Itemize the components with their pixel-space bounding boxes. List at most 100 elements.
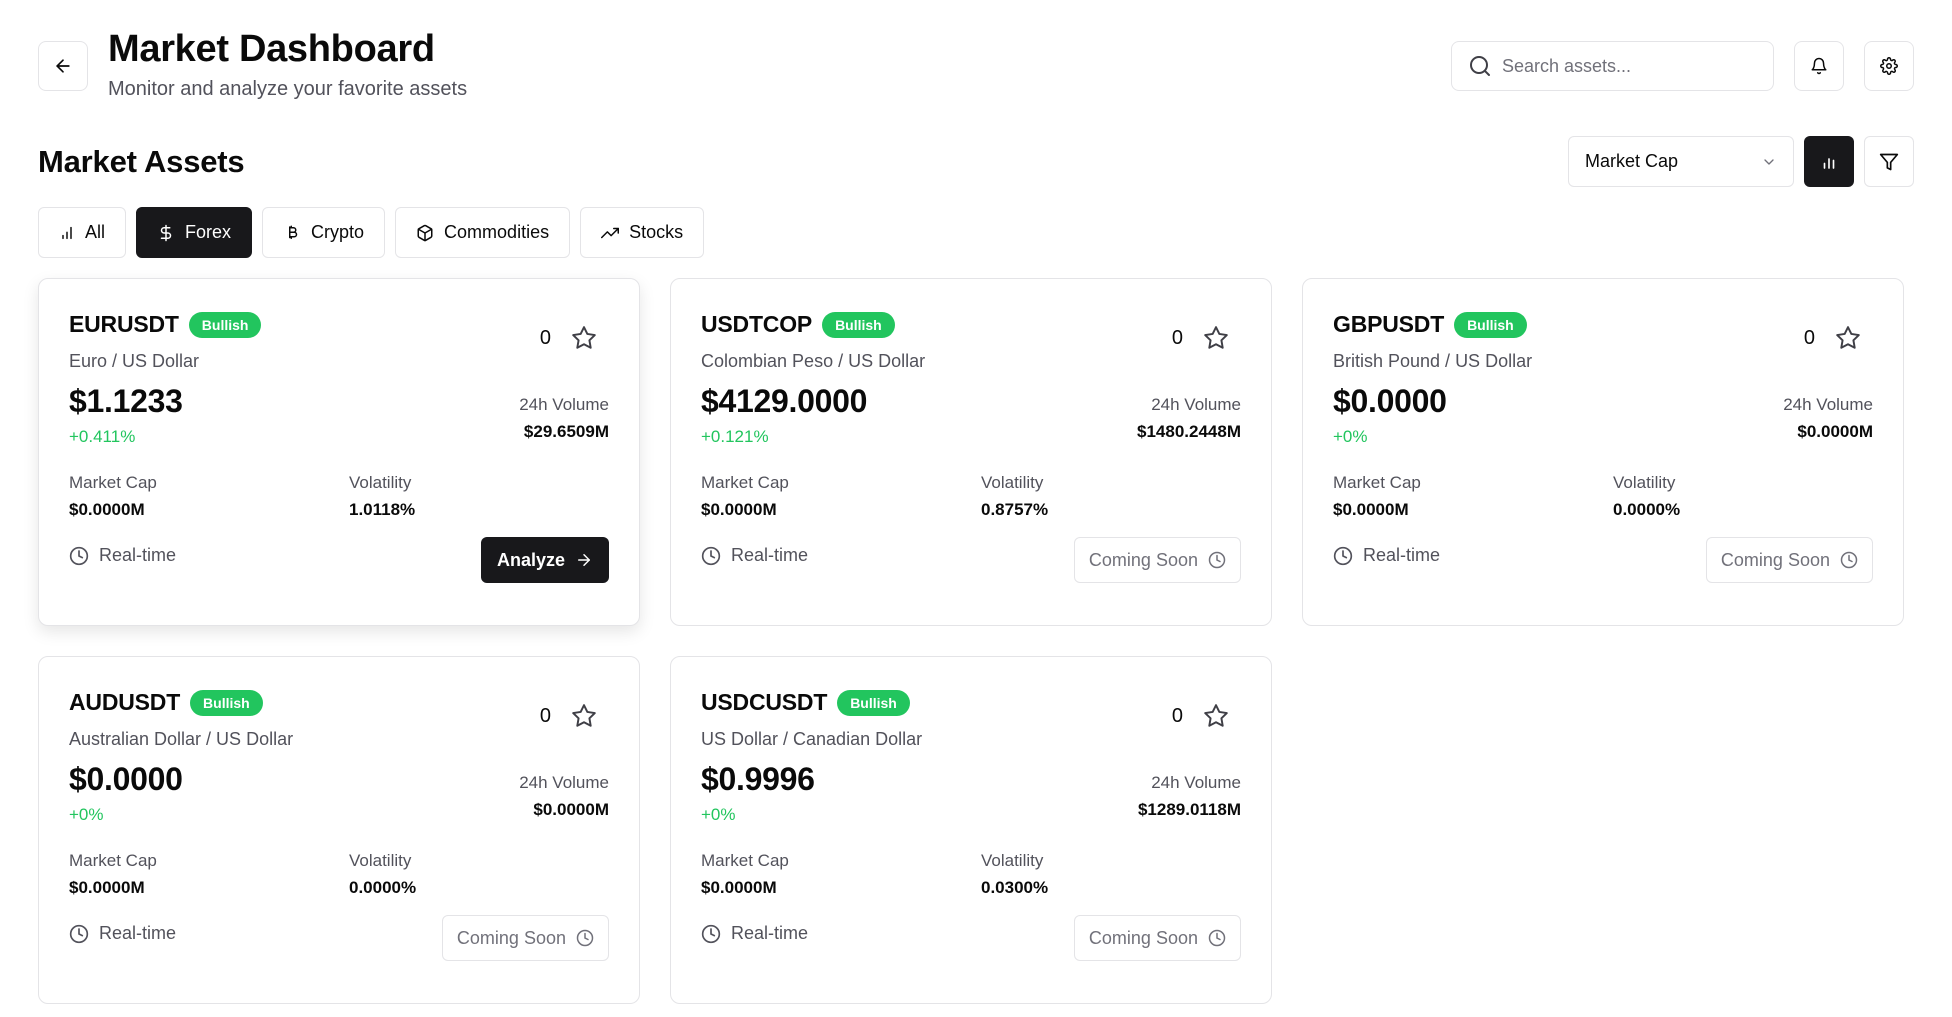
clock-icon <box>69 546 89 565</box>
coming-soon-button[interactable]: Coming Soon <box>1073 915 1241 961</box>
realtime-indicator: Real-time <box>701 923 808 944</box>
volatility-label: Volatility <box>349 851 412 870</box>
asset-name: Euro / US Dollar <box>69 351 200 371</box>
bitcoin-icon <box>289 225 298 239</box>
trend-badge: Bullish <box>822 311 895 338</box>
analyze-button[interactable]: Analyze <box>480 537 609 583</box>
search-input[interactable] <box>1502 55 1742 77</box>
trend-badge: Bullish <box>1454 311 1527 338</box>
watch-count: 0 <box>1171 326 1183 349</box>
settings-button[interactable] <box>1864 41 1914 91</box>
watchlist-control: 0 <box>540 325 597 351</box>
tab-forex[interactable]: Forex <box>136 207 253 258</box>
search-box[interactable] <box>1451 41 1774 91</box>
asset-symbol: AUDUSDT <box>69 689 181 715</box>
watchlist-control: 0 <box>1172 325 1229 351</box>
volatility-value: 1.0118% <box>349 500 416 519</box>
asset-card[interactable]: USDTCOP Bullish Colombian Peso / US Dolla… <box>670 278 1272 626</box>
price-change: +0.121% <box>701 427 769 446</box>
arrow-left-icon <box>56 59 70 73</box>
bell-icon <box>1811 57 1827 75</box>
analyze-label: Analyze <box>496 549 565 570</box>
tab-commodities[interactable]: Commodities <box>395 207 571 258</box>
sort-select-value: Market Cap <box>1585 151 1679 171</box>
volatility-label: Volatility <box>1613 473 1676 492</box>
coming-soon-label: Coming Soon <box>456 927 566 948</box>
realtime-label: Real-time <box>99 545 177 565</box>
coming-soon-button[interactable]: Coming Soon <box>1073 537 1241 583</box>
bar-chart-icon <box>62 226 72 239</box>
box-icon <box>417 224 433 241</box>
price-change: +0.411% <box>69 427 136 446</box>
chevron-down-icon <box>1764 158 1774 165</box>
market-cap-block: Market Cap $0.0000M <box>701 473 789 520</box>
volume-value: $1480.2448M <box>1137 422 1241 441</box>
tab-label: Crypto <box>311 222 365 242</box>
volume-block: 24h Volume $1289.0118M <box>1138 773 1241 820</box>
watch-count: 0 <box>1171 704 1183 727</box>
coming-soon-button[interactable]: Coming Soon <box>1705 537 1873 583</box>
star-icon[interactable] <box>571 703 597 729</box>
price-change: +0% <box>69 805 104 824</box>
trend-badge: Bullish <box>188 311 262 338</box>
trending-up-icon <box>601 227 620 238</box>
asset-price: $0.0000 <box>1333 383 1447 419</box>
notifications-button[interactable] <box>1794 41 1844 91</box>
asset-price: $4129.0000 <box>701 383 868 419</box>
arrow-right-icon <box>578 554 590 566</box>
volatility-block: Volatility 1.0118% <box>349 473 415 520</box>
filter-button[interactable] <box>1864 136 1914 187</box>
tab-label: Forex <box>185 222 232 242</box>
asset-price: $0.9996 <box>701 761 815 797</box>
section-controls: Market Cap <box>1568 136 1914 187</box>
volatility-label: Volatility <box>981 473 1044 492</box>
watchlist-control: 0 <box>540 703 597 729</box>
asset-card[interactable]: USDCUSDT Bullish US Dollar / Canadian Dol… <box>670 656 1272 1004</box>
market-cap-value: $0.0000M <box>701 500 777 519</box>
header: Market Dashboard Monitor and analyze you… <box>38 26 1914 106</box>
tab-all[interactable]: All <box>38 207 127 258</box>
asset-card[interactable]: EURUSDT Bullish Euro / US Dollar 0 $1.123… <box>38 278 640 626</box>
volume-label: 24h Volume <box>519 395 609 414</box>
trend-badge: Bullish <box>190 689 263 716</box>
watchlist-control: 0 <box>1172 703 1229 729</box>
coming-soon-label: Coming Soon <box>1088 549 1198 570</box>
back-button[interactable] <box>38 41 88 91</box>
chart-view-button[interactable] <box>1804 136 1854 187</box>
asset-name: Australian Dollar / US Dollar <box>69 729 294 749</box>
asset-card[interactable]: GBPUSDT Bullish British Pound / US Dollar… <box>1302 278 1904 626</box>
market-cap-block: Market Cap $0.0000M <box>701 851 789 898</box>
market-cap-label: Market Cap <box>69 851 157 870</box>
volatility-block: Volatility 0.8757% <box>981 473 1048 520</box>
volume-label: 24h Volume <box>1151 773 1241 792</box>
asset-card[interactable]: AUDUSDT Bullish Australian Dollar / US Do… <box>38 656 640 1004</box>
tab-label: Stocks <box>629 222 684 242</box>
clock-icon <box>576 929 594 947</box>
market-cap-block: Market Cap $0.0000M <box>69 851 157 898</box>
star-icon[interactable] <box>1203 703 1229 729</box>
clock-icon <box>701 546 721 565</box>
clock-icon <box>1208 929 1226 947</box>
search-icon <box>1470 56 1490 76</box>
section-title: Market Assets <box>38 144 245 179</box>
tab-crypto[interactable]: Crypto <box>262 207 386 258</box>
realtime-indicator: Real-time <box>69 545 176 566</box>
volatility-value: 0.0000% <box>349 878 417 897</box>
volume-block: 24h Volume $0.0000M <box>1783 395 1873 442</box>
volume-block: 24h Volume $29.6509M <box>519 395 609 442</box>
star-icon[interactable] <box>1203 325 1229 351</box>
tab-label: Commodities <box>444 222 550 242</box>
sort-select[interactable]: Market Cap <box>1568 136 1794 187</box>
market-cap-label: Market Cap <box>701 473 789 492</box>
clock-icon <box>69 924 89 943</box>
star-icon[interactable] <box>1835 325 1861 351</box>
volume-value: $0.0000M <box>533 800 609 819</box>
coming-soon-button[interactable]: Coming Soon <box>441 915 609 961</box>
market-cap-block: Market Cap $0.0000M <box>69 473 157 520</box>
tab-stocks[interactable]: Stocks <box>580 207 705 258</box>
clock-icon <box>1208 551 1226 569</box>
coming-soon-label: Coming Soon <box>1088 927 1198 948</box>
star-icon[interactable] <box>571 325 597 351</box>
clock-icon <box>1840 551 1858 569</box>
volume-value: $1289.0118M <box>1137 800 1241 819</box>
